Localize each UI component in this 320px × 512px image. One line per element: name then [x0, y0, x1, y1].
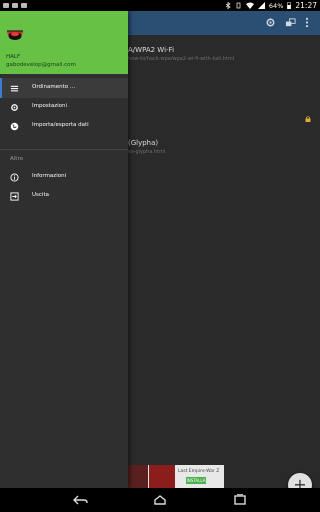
settings-icon	[11, 104, 18, 111]
list-item-subtitle: es-glypha.html	[128, 149, 166, 155]
bluetooth-icon	[225, 2, 231, 9]
drawer-item-label: Importa/esporta dati	[32, 122, 89, 128]
drawer-item-import-export[interactable]: Importa/esporta dati	[0, 116, 128, 136]
exit-icon	[10, 192, 19, 201]
clock: 21:27	[295, 1, 317, 10]
back-icon[interactable]	[72, 494, 88, 506]
ad-image	[128, 465, 148, 489]
account-name: HALF	[6, 54, 21, 60]
download-notification-icon	[21, 3, 27, 8]
globe-icon	[10, 122, 19, 131]
drawer-item-label: Uscita	[32, 192, 49, 198]
ad-game-logo	[149, 465, 175, 489]
drawer-item-exit[interactable]: Uscita	[0, 186, 128, 206]
image-notification-icon	[3, 3, 9, 8]
list-item-title[interactable]: A/WPA2 Wi-Fi	[128, 46, 174, 54]
drawer-item-settings[interactable]: Impostazioni	[0, 97, 128, 117]
lock-group-icon[interactable]	[285, 17, 296, 28]
status-bar: 64% 21:27	[0, 0, 320, 11]
active-indicator	[0, 78, 2, 98]
sort-icon	[10, 85, 19, 92]
mail-notification-icon	[12, 3, 18, 8]
section-title: Altro	[10, 156, 23, 162]
wifi-icon	[245, 2, 254, 9]
battery-percent: 64%	[268, 1, 284, 10]
drawer-item-label: Impostazioni	[32, 103, 68, 109]
info-icon	[10, 173, 19, 182]
overflow-menu-icon[interactable]	[305, 17, 309, 28]
ad-banner[interactable]: Last Empire-War Z INSTALLA	[128, 465, 224, 489]
drawer-item-info[interactable]: Informazioni	[0, 167, 128, 187]
drawer-item-sort[interactable]: Ordinamento ...	[0, 78, 128, 98]
home-icon[interactable]	[152, 494, 168, 506]
settings-icon[interactable]	[265, 17, 276, 28]
avatar[interactable]	[5, 25, 25, 45]
drawer-item-label: Ordinamento ...	[32, 84, 76, 90]
list-item-subtitle: how-to/hack-wpa/wpa2-wi-fi-with-kali.htm…	[128, 56, 235, 62]
divider	[0, 149, 128, 150]
drawer-header: HALF gabodevelop@gmail.com	[0, 11, 128, 74]
account-email: gabodevelop@gmail.com	[6, 62, 76, 68]
list-item-title[interactable]: (Glypha)	[128, 139, 158, 147]
lock-icon	[305, 116, 311, 122]
battery-icon	[287, 2, 292, 9]
ad-title: Last Empire-War Z	[178, 469, 220, 474]
system-navigation-bar	[0, 488, 320, 512]
navigation-drawer: HALF gabodevelop@gmail.com Ordinamento .…	[0, 11, 128, 488]
ad-install-button[interactable]: INSTALLA	[186, 477, 206, 484]
recent-apps-icon[interactable]	[232, 494, 248, 506]
drawer-item-label: Informazioni	[32, 173, 67, 179]
vibrate-icon	[236, 2, 241, 9]
signal-icon	[257, 2, 265, 9]
